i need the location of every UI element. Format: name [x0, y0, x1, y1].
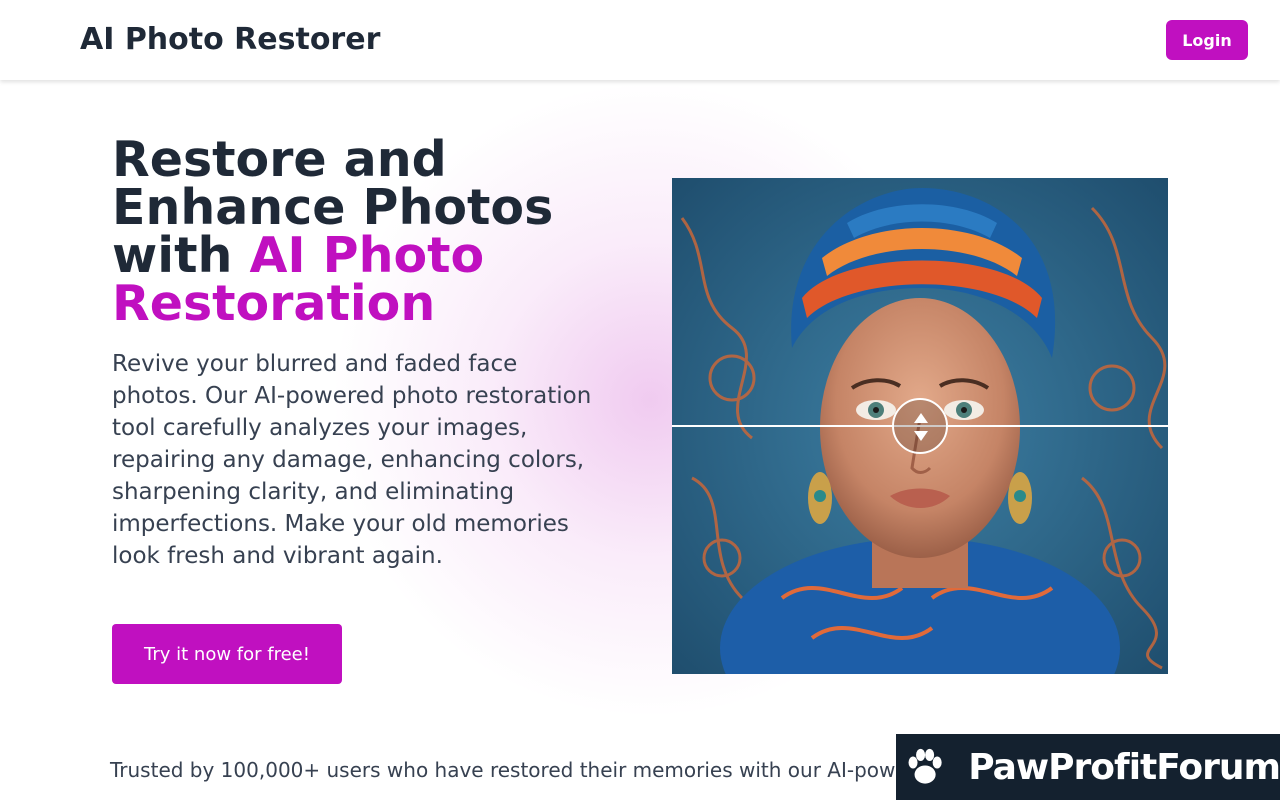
trusted-text: Trusted by 100,000+ users who have resto… — [110, 758, 896, 782]
arrow-down-icon — [914, 431, 928, 441]
paw-icon — [908, 748, 942, 784]
site-header: AI Photo Restorer Login — [0, 0, 1280, 80]
try-free-button[interactable]: Try it now for free! — [112, 624, 342, 684]
hero-title: Restore and Enhance Photos with AI Photo… — [112, 135, 632, 328]
arrow-up-icon — [914, 413, 928, 423]
watermark-banner: PawProfitForum — [896, 734, 1280, 800]
login-button[interactable]: Login — [1166, 20, 1248, 60]
hero-description: Revive your blurred and faded face photo… — [112, 351, 592, 569]
brand-logo[interactable]: AI Photo Restorer — [80, 20, 380, 60]
comparison-slider-handle[interactable] — [892, 398, 948, 454]
watermark-text: PawProfitForum — [968, 746, 1280, 788]
